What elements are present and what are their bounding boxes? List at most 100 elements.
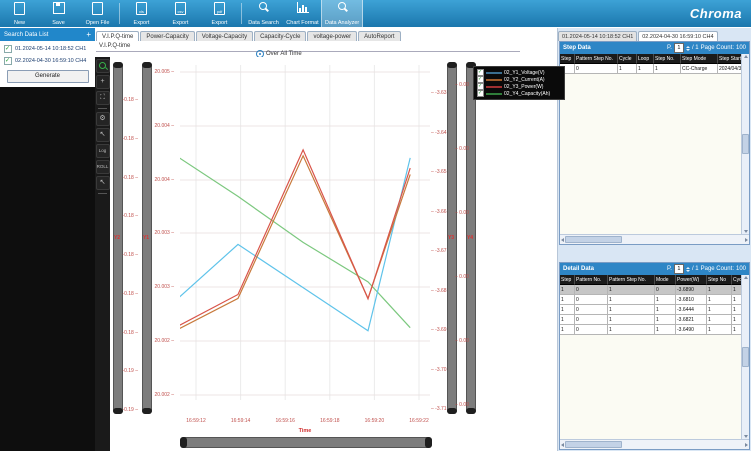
axis-tick-label: -3.70 [431,367,447,373]
step-horizontal-scrollbar[interactable] [560,234,749,244]
export-pdf-button-label: Export [212,20,228,26]
detail-vertical-scrollbar[interactable] [741,275,749,439]
axis-tick-label: 0.00 [455,146,469,152]
page-count-value: 100 [736,45,746,51]
roll-mode-button[interactable]: ROLL [96,160,110,174]
legend-item[interactable]: 02_Y2_Current(A) [477,76,561,83]
scroll-down-icon[interactable] [744,435,748,438]
step-page-input[interactable] [674,43,684,53]
legend-color-line [486,86,502,88]
scroll-down-icon[interactable] [744,230,748,233]
series-02_Y4_Capacity(Ah) [180,157,410,328]
step-data-grid: Step Pattern Step No. Cycle Loop Step No… [560,54,749,234]
pan-tool-icon[interactable]: + [96,75,110,89]
detail-table-row[interactable]: 1 0 1 1 -3.6444 1 1 1 2024/ [560,305,749,315]
y4-axis-ticks: 0.000.000.000.000.000.00 [455,57,466,451]
legend-color-line [486,72,502,74]
axis-tick-label: -0.19 [122,368,138,374]
save-button-label: Save [52,20,65,26]
series-02_Y1_Voltage(V) [180,158,410,331]
page-spinner[interactable] [686,46,690,51]
tab-dataset-2[interactable]: 02.2024-04-30 16:59:10 CH4 [638,31,717,41]
scroll-thumb[interactable] [565,441,622,448]
chart-format-button[interactable]: Chart Format [283,0,322,27]
legend-checkbox-icon[interactable] [477,90,484,97]
select-tool-icon[interactable]: ↖ [96,176,110,190]
search-data-sidebar: Search Data List + 01.2024-05-14 10:18:5… [0,28,95,451]
scroll-thumb[interactable] [742,347,749,367]
scroll-left-icon[interactable] [561,238,564,242]
detail-horizontal-scrollbar[interactable] [560,439,749,449]
x-tick-label: 16:59:14 [224,418,258,424]
tab-voltage-capacity[interactable]: Voltage-Capacity [196,31,253,41]
fit-extent-icon[interactable]: ⛶ [96,91,110,105]
step-vertical-scrollbar[interactable] [741,54,749,234]
data-analyzer-button[interactable]: Data Analyzer [322,0,362,27]
legend-item[interactable]: 02_Y1_Voltage(V) [477,69,561,76]
line-plot[interactable] [180,65,430,400]
x-axis-title: Time [255,428,355,434]
log-scale-button[interactable]: Log [96,144,110,158]
tab-autoreport[interactable]: AutoReport [358,31,400,41]
page-prefix: P. [667,266,672,272]
new-button[interactable]: New [0,0,39,27]
detail-table-row[interactable]: 1 0 1 1 -3.6810 1 1 1 2024/ [560,295,749,305]
new-button-label: New [14,20,25,26]
scroll-right-icon[interactable] [745,443,748,447]
export-xls-button[interactable]: xls Export [122,0,161,27]
chroma-logo: Chroma [690,6,742,21]
scroll-thumb[interactable] [565,236,622,243]
cursor-tool-icon[interactable]: ↖ [96,128,110,142]
data-list-item[interactable]: 02.2024-04-30 16:59:10 CH4 [0,55,95,67]
time-axis-slider[interactable] [180,437,432,448]
legend-color-line [486,79,502,81]
zoom-tool-icon[interactable] [96,59,110,73]
x-tick-label: 16:59:12 [179,418,213,424]
page-count-value: 100 [736,266,746,272]
tab-dataset-1[interactable]: 01.2024-05-14 10:18:52 CH1 [558,31,637,41]
tab-capacity-cycle[interactable]: Capacity-Cycle [254,31,306,41]
open-file-button[interactable]: Open File [78,0,117,27]
save-button[interactable]: Save [39,0,78,27]
step-table-row[interactable]: 1 0 1 1 1 CC-Charge 2024/04/30 16:59:10 … [560,64,749,74]
page-spinner[interactable] [686,267,690,272]
scroll-right-icon[interactable] [745,238,748,242]
scroll-up-icon[interactable] [744,276,748,279]
x-axis-ticks: 16:59:1216:59:1416:59:1616:59:1816:59:20… [180,418,430,426]
detail-page-input[interactable] [674,264,684,274]
axis-tick-label: -0.18 [122,136,138,142]
generate-button[interactable]: Generate [7,70,89,83]
detail-table-row[interactable]: 1 0 1 1 -3.6821 1 1 1 2024/ [560,315,749,325]
subtab-underline [96,51,520,52]
detail-table-row[interactable]: 1 0 1 0 -3.6890 1 1 1 2024/ [560,285,749,295]
y1-axis-ticks: 20.00520.00420.00420.00320.00320.00220.0… [152,57,174,451]
axis-tick-label: 0.00 [455,402,469,408]
axis-tick-label: -3.65 [431,169,447,175]
scroll-thumb[interactable] [742,134,749,154]
settings-gear-icon[interactable]: ⚙ [96,112,110,126]
add-data-icon[interactable]: + [86,31,91,39]
scroll-left-icon[interactable] [561,443,564,447]
tab-voltage-power[interactable]: voltage-power [307,31,357,41]
export-pdf-button[interactable]: pdf Export [200,0,239,27]
detail-data-panel: Detail Data P. / 1 Page Count: 100 Step … [559,262,750,450]
export-csv-button[interactable]: csv Export [161,0,200,27]
export-csv-icon: csv [175,2,186,15]
legend-item[interactable]: 02_Y4_Capacity(Ah) [477,90,561,97]
data-list-item-label: 02.2024-04-30 16:59:10 CH4 [15,58,86,64]
axis-tick-label: -0.18 [122,252,138,258]
data-search-button[interactable]: Data Search [244,0,283,27]
chart-legend: 02_Y1_Voltage(V)02_Y2_Current(A)02_Y3_Po… [473,66,565,100]
tab-vipq-time[interactable]: V.I.P.Q-time [96,31,139,41]
checkbox-checked-icon[interactable] [4,45,12,53]
export-xls-button-label: Export [134,20,150,26]
export-csv-button-label: Export [173,20,189,26]
legend-item[interactable]: 02_Y3_Power(W) [477,83,561,90]
data-list-item[interactable]: 01.2024-05-14 10:18:52 CH1 [0,43,95,55]
checkbox-checked-icon[interactable] [4,57,12,65]
scroll-up-icon[interactable] [744,55,748,58]
detail-table-row[interactable]: 1 0 1 1 -3.6490 1 1 1 2024/ [560,325,749,335]
x-tick-label: 16:59:16 [268,418,302,424]
tab-power-capacity[interactable]: Power-Capacity [140,31,194,41]
legend-label: 02_Y3_Power(W) [504,84,543,90]
